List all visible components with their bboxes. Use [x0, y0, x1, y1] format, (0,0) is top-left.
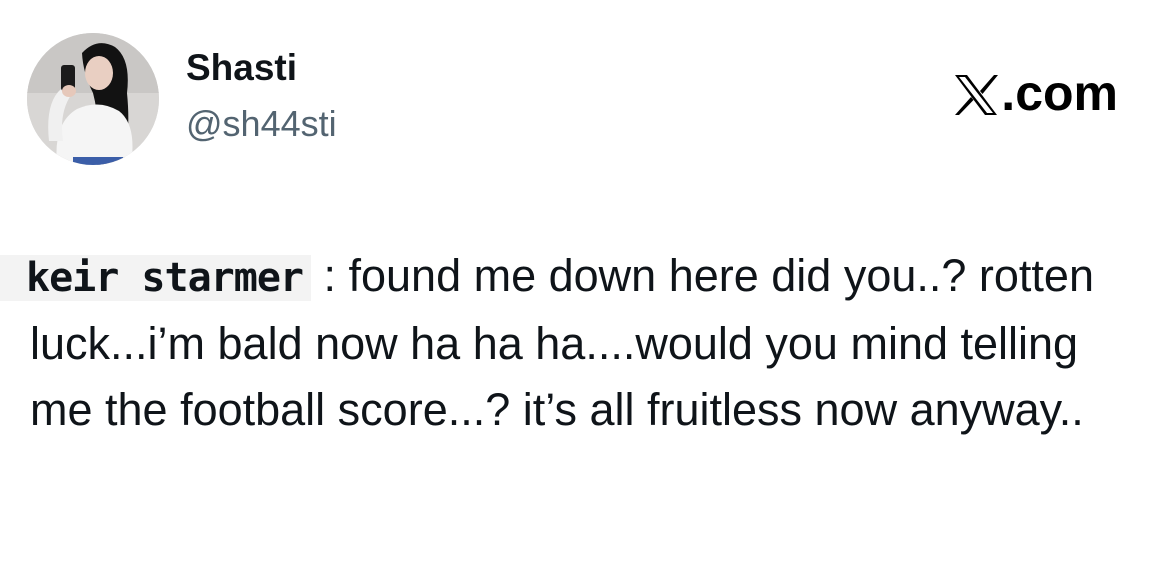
x-logo-icon — [955, 75, 999, 115]
display-name[interactable]: Shasti — [186, 47, 297, 89]
tweet-card: Shasti @sh44sti .com keir starmer : foun… — [0, 0, 1170, 563]
brand-watermark: .com — [954, 68, 1118, 118]
handle[interactable]: @sh44sti — [186, 104, 337, 144]
speaker-label: keir starmer — [0, 255, 311, 301]
avatar-photo — [27, 33, 159, 165]
avatar[interactable] — [27, 33, 159, 165]
tweet-text: keir starmer : found me down here did yo… — [0, 243, 1145, 443]
brand-label: .com — [1001, 65, 1118, 121]
